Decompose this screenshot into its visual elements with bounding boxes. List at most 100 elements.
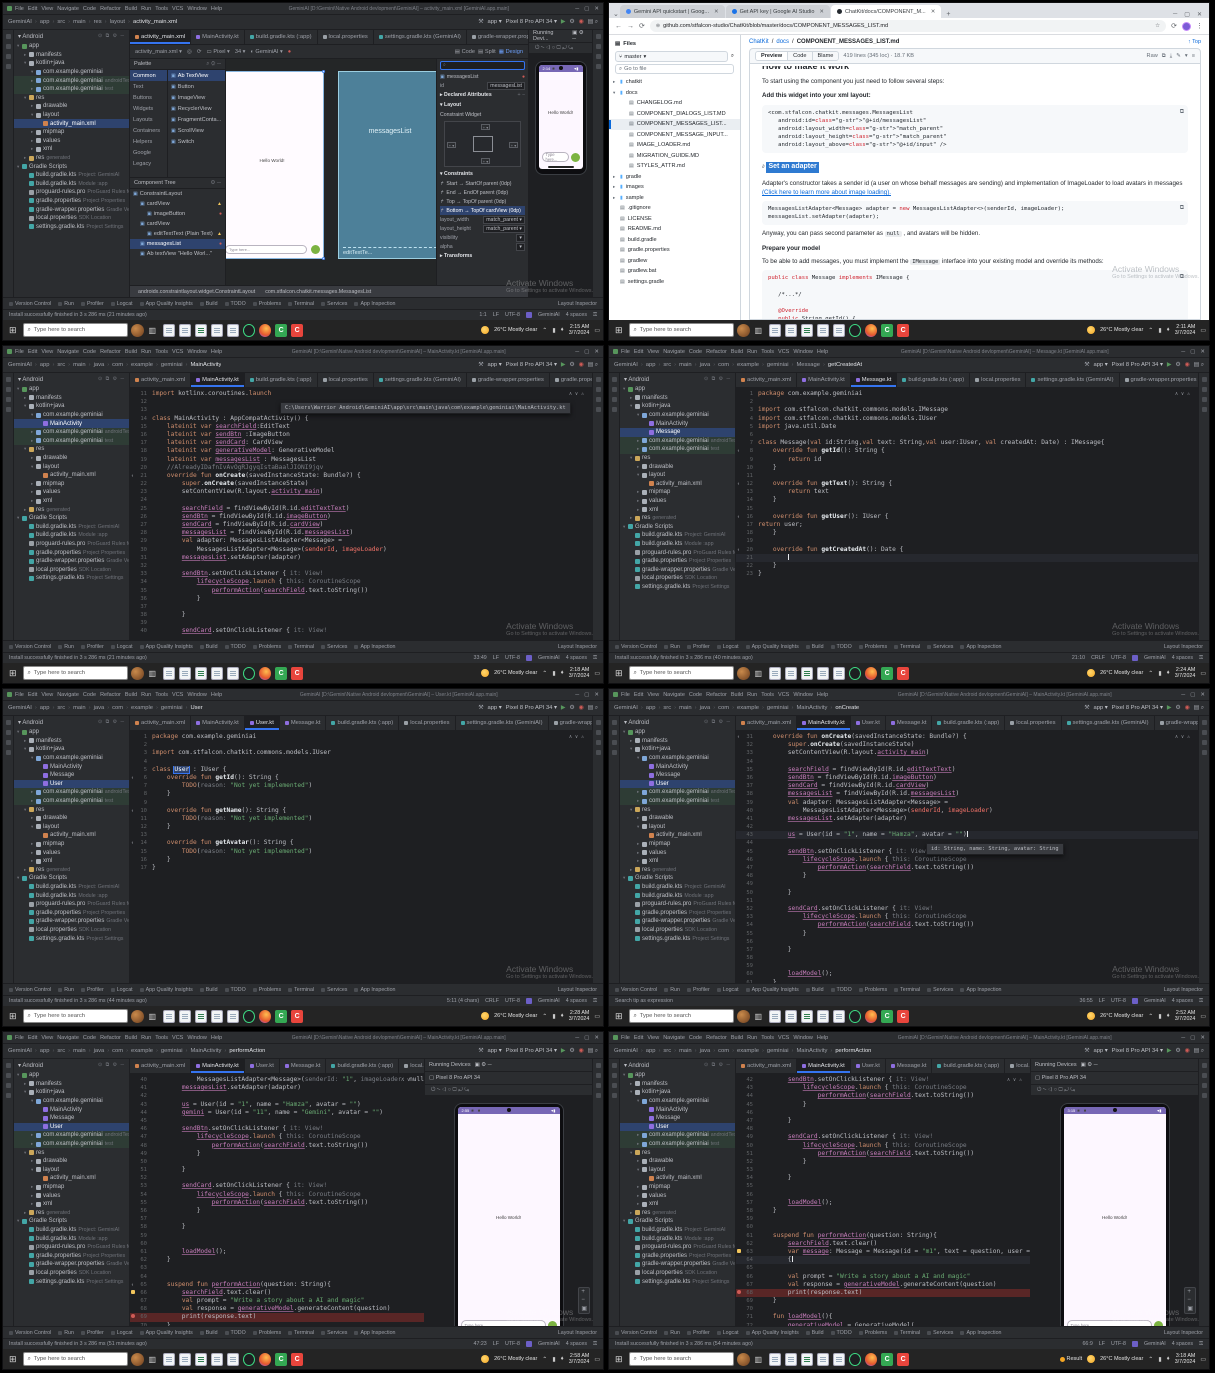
tree-toolbar-icons[interactable]: ⊙ ⧉ ⚙ ─ — [98, 33, 125, 39]
editor-tab[interactable]: MainActivity.kt — [797, 1059, 851, 1073]
toolwindow-logcat[interactable]: Logcat — [110, 301, 133, 307]
taskbar-search[interactable]: ⌕ Type here to search — [22, 323, 128, 337]
menu-vcs[interactable]: VCS — [778, 349, 789, 355]
project-tree-item[interactable]: Message — [620, 771, 735, 780]
taskbar-search[interactable]: ⌕ Type here to search — [628, 666, 734, 680]
breadcrumb-item[interactable]: main — [679, 705, 692, 711]
project-tree-item[interactable]: ▾ layout — [620, 823, 735, 832]
editor-tab[interactable]: gradle-wrapper.properties — [1155, 716, 1198, 730]
editor-tab[interactable]: User.kt — [851, 716, 886, 730]
menu-navigate[interactable]: Navigate — [663, 692, 685, 698]
project-tree-item[interactable]: ▾ com.example.geminiai — [14, 411, 129, 420]
doc-icon[interactable] — [227, 323, 240, 337]
toolwindow-version-control[interactable]: Version Control — [9, 301, 51, 307]
more-edit-icon[interactable]: ▾ — [1185, 53, 1188, 60]
tool-stripe-icon[interactable] — [5, 44, 11, 49]
tool-stripe-icon[interactable] — [5, 1093, 11, 1098]
breadcrumb-item[interactable]: example — [737, 362, 759, 368]
green-app-icon[interactable]: C — [275, 666, 288, 680]
editor-tab[interactable]: Message.kt — [886, 1059, 933, 1073]
toolwindow-app-quality-insights[interactable]: App Quality Insights — [745, 1330, 799, 1336]
attribute-value[interactable]: match_parent ▾ — [483, 215, 525, 224]
toolwindow-build[interactable]: Build — [805, 644, 824, 650]
breadcrumb-item[interactable]: src — [663, 1048, 671, 1054]
tool-stripe-icon[interactable] — [5, 64, 11, 69]
editor-tab[interactable]: Message.kt — [280, 1059, 327, 1073]
tray-chevron-icon[interactable]: ⌃ — [1148, 327, 1153, 334]
constraint-plus[interactable]: + ▾ — [481, 124, 490, 130]
plugin-icon[interactable] — [1131, 655, 1138, 661]
phone-send-button[interactable] — [547, 1320, 557, 1326]
win-maximize-button[interactable]: ▢ — [584, 1035, 589, 1041]
red-app-icon[interactable]: C — [897, 666, 910, 680]
tab-close-icon[interactable]: ✕ — [819, 9, 824, 15]
menu-tools[interactable]: Tools — [761, 1035, 774, 1041]
emulator-controls[interactable]: ⏻ ∿ ◁ ○ ▢ ⤾ ⤿ — [425, 1085, 592, 1096]
device-selector[interactable]: Pixel 8 Pro API 34 ▾ — [506, 19, 557, 25]
project-tree-item[interactable]: ▸ xml — [620, 505, 735, 514]
word-icon[interactable] — [817, 1009, 830, 1023]
repo-file-item[interactable]: ▸ ▮ chatkit — [609, 77, 740, 88]
menu-file[interactable]: File — [15, 1035, 24, 1041]
tray-chevron-icon[interactable]: ⌃ — [1148, 1013, 1153, 1020]
editor-tab[interactable]: local.properties — [1005, 1059, 1030, 1073]
menu-code[interactable]: Code — [689, 349, 702, 355]
repo-file-item[interactable]: ▤ COMPONENT_DIALOGS_LIST.MD — [609, 109, 740, 120]
profile-avatar[interactable] — [1182, 21, 1191, 31]
project-tree-item[interactable]: gradle-wrapper.propertiesGradle Version — [14, 1260, 129, 1269]
win-minimize-button[interactable]: ─ — [575, 1035, 579, 1041]
menu-code[interactable]: Code — [83, 349, 96, 355]
toolwindow-layout-inspector[interactable]: Layout Inspector — [558, 1330, 597, 1336]
menu-navigate[interactable]: Navigate — [663, 1035, 685, 1041]
palette-item[interactable]: ▣ FragmentConta... — [168, 114, 225, 125]
tool-stripe-icon[interactable] — [1201, 720, 1207, 725]
project-tree-item[interactable]: ▸ mipmap — [620, 488, 735, 497]
project-tree-item[interactable]: ▸ mipmap — [14, 480, 129, 489]
indent-setting[interactable]: 4 spaces — [566, 312, 587, 318]
editor-tab[interactable]: MainActivity.kt — [797, 716, 851, 730]
toolwindow-run[interactable]: Run — [664, 987, 680, 993]
notification-center-icon[interactable]: ▭ — [1200, 670, 1206, 677]
menu-view[interactable]: View — [647, 349, 659, 355]
code-editor[interactable]: 40 MessagesListAdapter<Message>(senderId… — [130, 1074, 424, 1326]
file-encoding[interactable]: UTF-8 — [1111, 998, 1126, 1004]
inspection-widget[interactable]: ∧ ∨ ⚠ — [569, 734, 584, 740]
win-minimize-button[interactable]: ─ — [1181, 692, 1185, 698]
red-app-icon[interactable]: C — [897, 1009, 910, 1023]
task-view-icon[interactable]: ▥ — [147, 326, 159, 335]
palette-icons[interactable]: ⌕ ⚙ ─ — [206, 61, 221, 68]
menu-refactor[interactable]: Refactor — [100, 692, 121, 698]
tool-stripe-icon[interactable] — [611, 1083, 617, 1088]
project-tree-item[interactable]: MainActivity — [14, 1105, 129, 1114]
project-tree-item[interactable]: activity_main.xml — [14, 831, 129, 840]
green-app-icon[interactable]: C — [881, 1352, 894, 1366]
profiler-icon[interactable]: ◉ — [579, 19, 584, 25]
emulator-controls[interactable]: ⏻ ∿ ◁ ○ ▢ ⤾ ⤿ — [1031, 1085, 1198, 1096]
taskbar-search[interactable]: ⌕ Type here to search — [628, 1352, 734, 1366]
repo-file-item[interactable]: ▸ ▮ images — [609, 182, 740, 193]
weather-text[interactable]: 26°C Mostly clear — [1100, 1356, 1143, 1362]
file-encoding[interactable]: UTF-8 — [505, 1341, 520, 1347]
tool-stripe-icon[interactable] — [5, 740, 11, 745]
breadcrumb-item[interactable]: src — [663, 362, 671, 368]
palette-item[interactable]: ▣ Button — [168, 81, 225, 92]
toolwindow-app-inspection[interactable]: App Inspection — [354, 1330, 395, 1336]
editor-tab[interactable]: settings.gradle.kts (GeminiAI) — [1026, 373, 1120, 387]
toolwindow-todo[interactable]: TODO — [830, 987, 852, 993]
view-mode-split[interactable]: ▤ Split — [478, 49, 496, 55]
project-tree-item[interactable]: ▸ manifests — [620, 1080, 735, 1089]
toolwindow-todo[interactable]: TODO — [830, 644, 852, 650]
project-tree-item[interactable]: ▸ drawable — [620, 814, 735, 823]
view-tab-code[interactable]: Code — [788, 52, 813, 60]
toolwindow-layout-inspector[interactable]: Layout Inspector — [558, 301, 597, 307]
notification-center-icon[interactable]: ▭ — [594, 1013, 600, 1020]
attribute-field-visibility[interactable]: visibility ▾ — [440, 233, 525, 242]
taskbar-search[interactable]: ⌕ Type here to search — [22, 1009, 128, 1023]
design-file-selector[interactable]: activity_main.xml ▾ — [135, 49, 182, 55]
repo-file-item[interactable]: ▤ IMAGE_LOADER.md — [609, 140, 740, 151]
go-to-file-input[interactable]: ⌕ Go to file — [615, 64, 734, 74]
start-button[interactable]: ⊞ — [6, 325, 20, 336]
toolwindow-profiler[interactable]: Profiler — [80, 644, 104, 650]
run-button[interactable]: ▶ — [561, 705, 565, 711]
edit-icon[interactable]: ✎ — [1176, 53, 1181, 60]
